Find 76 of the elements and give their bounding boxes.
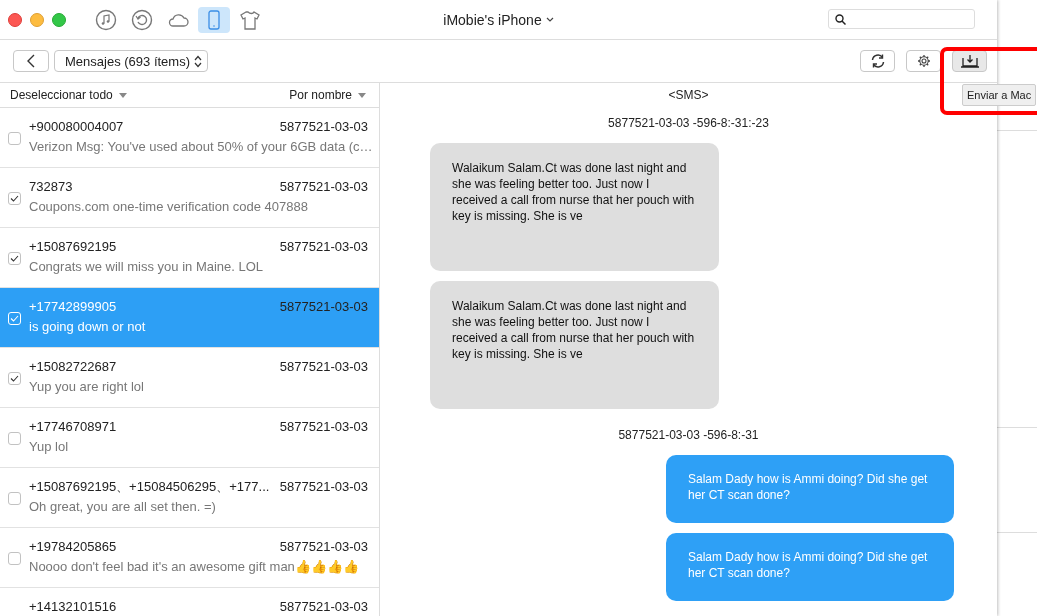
message-date: 5877521-03-03: [279, 180, 368, 194]
conversation-row[interactable]: 732873 5877521-03-03 Coupons.com one-time verification code 407888: [0, 168, 379, 228]
message-date: 5877521-03-03: [279, 120, 368, 134]
back-button[interactable]: [13, 50, 49, 72]
refresh-icon: [869, 53, 886, 69]
select-all-dropdown[interactable]: Deseleccionar todo: [10, 88, 127, 102]
up-down-caret-icon: [194, 54, 202, 68]
checkmark-icon: [10, 375, 19, 382]
checkbox[interactable]: [8, 192, 21, 205]
message-date: 5877521-03-03: [279, 240, 368, 254]
t-shirt-icon: [239, 8, 261, 31]
checkbox[interactable]: [8, 432, 21, 445]
checkbox[interactable]: [8, 252, 21, 265]
message-date: 5877521-03-03: [279, 420, 368, 434]
contact-number: +19784205865: [29, 540, 117, 554]
caret-icon: [358, 92, 366, 98]
caret-icon: [118, 92, 127, 98]
message-preview: Congrats we will miss you in Maine. LOL: [29, 260, 265, 274]
message-date: 5877521-03-03: [279, 300, 368, 314]
conversation-row[interactable]: +14132101516 5877521-03-03: [0, 588, 379, 616]
message-date: 5877521-03-03: [279, 540, 368, 554]
message-preview: is going down or not: [29, 320, 147, 334]
checkbox[interactable]: [8, 372, 21, 385]
conversation-row[interactable]: +15082722687 5877521-03-03 Yup you are right lol: [0, 348, 379, 408]
sent-message-bubble: Salam Dady how is Ammi doing? Did she get her CT scan done?: [666, 455, 954, 523]
message-preview: Yup lol: [29, 440, 70, 454]
category-dropdown[interactable]: Mensajes (693 ítems): [54, 50, 208, 72]
checkbox[interactable]: [8, 132, 21, 145]
contact-number: +15082722687: [29, 360, 117, 374]
export-button[interactable]: [952, 50, 987, 72]
nav-tab[interactable]: [198, 6, 230, 33]
conversation-row[interactable]: +17742899905 5877521-03-03 is going down or not: [0, 288, 379, 348]
music-note-icon: [95, 8, 117, 31]
contact-number: +14132101516: [29, 600, 117, 614]
sent-message-bubble: Salam Dady how is Ammi doing? Did she get her CT scan done?: [666, 533, 954, 601]
checkbox[interactable]: [8, 492, 21, 505]
message-preview: Noooo don't feel bad it's an awesome gift man👍👍👍👍: [29, 560, 360, 574]
received-message-bubble: Walaikum Salam.Ct was done last night and she was feeling better too. Just now I received a call from nurse that her pouch with key is missing. She is ve: [430, 281, 719, 409]
contact-number: +17742899905: [29, 300, 117, 314]
checkbox[interactable]: [8, 552, 21, 565]
tooltip: Enviar a Mac: [962, 84, 1037, 106]
search-icon: [835, 13, 846, 25]
settings-button[interactable]: [906, 50, 941, 72]
message-timestamp: 5877521-03-03 -596-8:-31:-23: [608, 116, 769, 130]
checkmark-icon: [10, 195, 19, 202]
chevron-left-icon: [27, 54, 35, 68]
message-date: 5877521-03-03: [279, 600, 368, 614]
message-preview: Yup you are right lol: [29, 380, 145, 394]
settings-icon: [916, 54, 931, 68]
checkmark-icon: [10, 315, 19, 322]
minimize-button[interactable]: [30, 12, 44, 27]
window-title: iMobie's iPhone: [443, 11, 542, 28]
conversation-row[interactable]: +900080004007 5877521-03-03 Verizon Msg: You've used about 50% of your 6GB data (c…: [0, 108, 379, 168]
message-date: 5877521-03-03: [279, 360, 368, 374]
conversation-row[interactable]: +19784205865 5877521-03-03 Noooo don't feel bad it's an awesome gift man👍👍👍👍: [0, 528, 379, 588]
contact-number: +900080004007: [29, 120, 124, 134]
contact-number: +17746708971: [29, 420, 117, 434]
message-timestamp: 5877521-03-03 -596-8:-31: [618, 428, 759, 442]
contact-number: +15087692195: [29, 240, 117, 254]
conversation-row[interactable]: +15087692195、+15084506295、+177... 5877521-03-03 Oh great, you are all set then. =): [0, 468, 379, 528]
checkmark-icon: [10, 255, 19, 262]
zoom-button[interactable]: [52, 12, 66, 27]
message-preview: Coupons.com one-time verification code 407888: [29, 200, 309, 214]
conversation-row[interactable]: +17746708971 5877521-03-03 Yup lol: [0, 408, 379, 468]
tray-download-icon: [959, 54, 980, 68]
conversation-header: <SMS>: [668, 88, 709, 102]
close-button[interactable]: [8, 12, 22, 27]
received-message-bubble: Walaikum Salam.Ct was done last night and she was feeling better too. Just now I received a call from nurse that her pouch with key is missing. She is ve: [430, 143, 719, 271]
contact-number: +15087692195、+15084506295、+177...: [29, 480, 270, 494]
refresh-button[interactable]: [860, 50, 895, 72]
sort-dropdown[interactable]: Por nombre: [289, 88, 366, 102]
message-preview: Oh great, you are all set then. =): [29, 500, 217, 514]
contact-number: 732873: [29, 180, 73, 194]
search-field[interactable]: [828, 9, 975, 29]
caret-icon: [545, 16, 554, 23]
message-date: 5877521-03-03: [279, 480, 368, 494]
